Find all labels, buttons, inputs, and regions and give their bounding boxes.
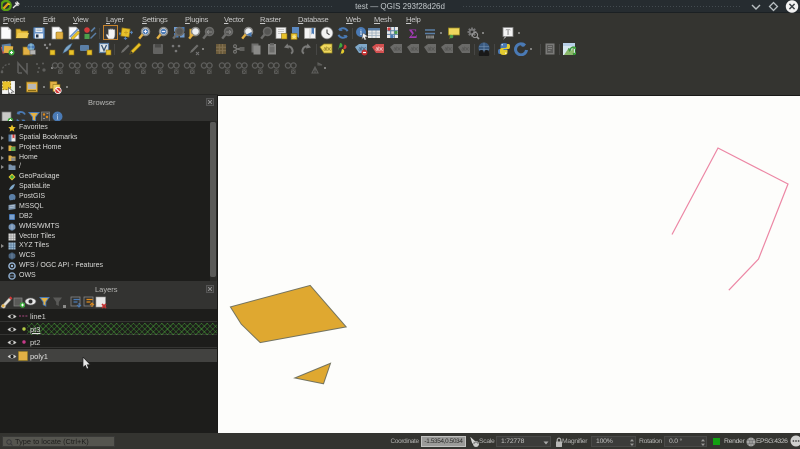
svg-text:abc: abc xyxy=(427,47,436,53)
svg-text:abc: abc xyxy=(410,47,419,53)
svg-text:abc: abc xyxy=(393,47,402,53)
svg-text:T: T xyxy=(506,28,511,37)
svg-text:Σ: Σ xyxy=(409,26,418,40)
svg-text:abc: abc xyxy=(461,47,470,53)
svg-text:abc: abc xyxy=(323,47,332,53)
svg-text:abc: abc xyxy=(375,47,384,53)
svg-text:abc: abc xyxy=(444,47,453,53)
